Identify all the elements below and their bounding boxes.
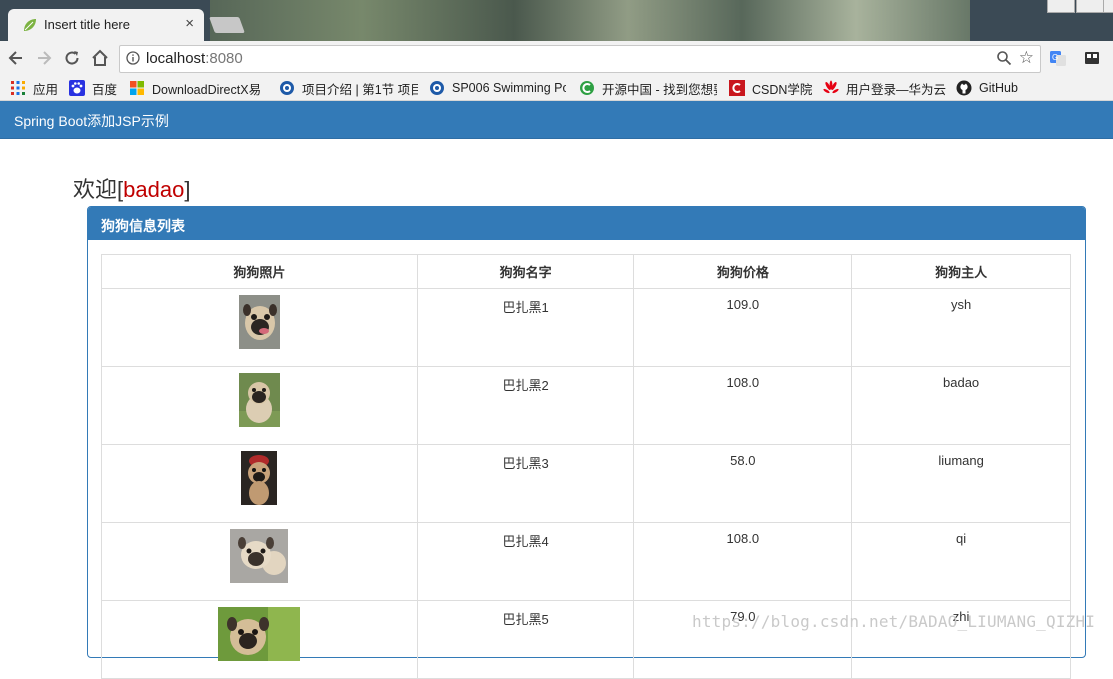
- dog-owner: qi: [851, 522, 1071, 601]
- bookmark-sp006[interactable]: SP006 Swimming Po: [429, 79, 566, 97]
- dog-owner: ysh: [851, 288, 1071, 367]
- dog-name: 巴扎黑2: [416, 366, 635, 445]
- dog-name: 巴扎黑4: [416, 522, 635, 601]
- bookmark-project-intro[interactable]: 项目介绍 | 第1节 项目: [279, 79, 418, 97]
- svg-text:G: G: [1052, 53, 1058, 62]
- dog-photo-image: [238, 295, 280, 349]
- bookmark-huawei-cloud[interactable]: 用户登录—华为云: [823, 79, 946, 97]
- dog-price: 108.0: [633, 522, 853, 601]
- bookmark-directx[interactable]: DownloadDirectX易: [129, 79, 268, 97]
- bookmark-label: 应用: [33, 82, 59, 97]
- bookmark-baidu[interactable]: 百度: [69, 79, 117, 97]
- table-row: 巴扎黑1 109.0 ysh: [101, 288, 1071, 367]
- navbar-brand[interactable]: Spring Boot添加JSP示例: [14, 111, 169, 131]
- bookmark-label: 百度: [92, 82, 118, 97]
- oschina-icon: [580, 81, 594, 95]
- panel-heading: 狗狗信息列表: [88, 207, 1085, 240]
- dog-name: 巴扎黑5: [416, 600, 635, 679]
- bookmark-github[interactable]: GitHub: [956, 79, 1018, 97]
- url-port: :8080: [205, 50, 243, 67]
- bookmark-star-icon[interactable]: ☆: [1019, 48, 1034, 68]
- browser-toolbar: localhost:8080 ☆ G: [0, 41, 1113, 75]
- bookmark-label: GitHub: [979, 81, 1018, 95]
- dog-price: 108.0: [633, 366, 853, 445]
- bookmark-label: 开源中国 - 找到您想要: [602, 82, 717, 97]
- back-arrow-icon[interactable]: [6, 48, 26, 68]
- bookmark-oschina[interactable]: 开源中国 - 找到您想要: [579, 79, 717, 97]
- spring-leaf-icon: [24, 19, 36, 31]
- table-header-row: 狗狗照片 狗狗名字 狗狗价格 狗狗主人: [101, 254, 1071, 289]
- watermark: https://blog.csdn.net/BADAO_LIUMANG_QIZH…: [692, 612, 1096, 631]
- table-row: 巴扎黑2 108.0 badao: [101, 366, 1071, 445]
- site-navbar: Spring Boot添加JSP示例: [0, 101, 1113, 139]
- dog-price: 58.0: [633, 444, 853, 523]
- dog-price: 109.0: [633, 288, 853, 367]
- apps-grid-icon: [11, 81, 25, 95]
- url-text[interactable]: localhost:8080: [146, 50, 243, 67]
- column-header-name: 狗狗名字: [416, 254, 635, 289]
- table-row: 巴扎黑3 58.0 liumang: [101, 444, 1071, 523]
- bookmark-label: SP006 Swimming Po: [452, 81, 566, 95]
- extension-icon[interactable]: [1083, 49, 1101, 67]
- translate-extension-icon[interactable]: G: [1049, 49, 1067, 67]
- zoom-search-icon[interactable]: [996, 50, 1012, 66]
- welcome-suffix: ]: [184, 177, 191, 202]
- home-icon[interactable]: [90, 48, 110, 68]
- huawei-icon: [823, 80, 839, 94]
- bookmarks-bar: 应用 百度 DownloadDirectX易 项目介绍 | 第1节 项目 SP0…: [0, 75, 1113, 101]
- reload-icon[interactable]: [62, 48, 82, 68]
- dog-owner: liumang: [851, 444, 1071, 523]
- baidu-paw-icon: [69, 80, 85, 96]
- column-header-price: 狗狗价格: [633, 254, 853, 289]
- welcome-heading: 欢迎[badao]: [73, 172, 190, 204]
- minimize-button[interactable]: [1076, 0, 1104, 13]
- tab-close-icon[interactable]: ×: [185, 15, 194, 32]
- circle-logo-icon: [280, 81, 294, 95]
- desktop-background: [210, 0, 970, 41]
- site-info-icon[interactable]: [126, 51, 140, 65]
- tab-title: Insert title here: [44, 17, 130, 32]
- forward-arrow-icon[interactable]: [34, 48, 54, 68]
- browser-tab-active[interactable]: Insert title here ×: [8, 9, 204, 41]
- maximize-button[interactable]: [1103, 0, 1113, 13]
- circle-logo-icon: [430, 81, 444, 95]
- csdn-icon: [729, 80, 745, 96]
- windows-logo-icon: [130, 81, 144, 95]
- dog-photo-cell: [101, 366, 418, 445]
- new-tab-button[interactable]: [209, 17, 245, 33]
- dog-photo-cell: [101, 522, 418, 601]
- dog-photo-image: [241, 451, 278, 505]
- dog-photo-cell: [101, 444, 418, 523]
- bookmark-apps[interactable]: 应用: [10, 79, 58, 97]
- dog-photo-cell: [101, 288, 418, 367]
- github-icon: [956, 80, 972, 96]
- bookmark-label: DownloadDirectX易: [152, 82, 262, 97]
- dog-owner: badao: [851, 366, 1071, 445]
- panel-title: 狗狗信息列表: [101, 218, 185, 234]
- bookmark-label: 用户登录—华为云: [846, 82, 947, 97]
- dog-photo-cell: [101, 600, 418, 679]
- bookmark-csdn[interactable]: CSDN学院: [729, 79, 812, 97]
- dog-photo-image: [238, 373, 280, 427]
- user-profile-button[interactable]: [1047, 0, 1075, 13]
- dog-photo-image: [218, 607, 301, 661]
- dog-name: 巴扎黑3: [416, 444, 635, 523]
- address-bar[interactable]: localhost:8080 ☆: [119, 45, 1041, 73]
- column-header-owner: 狗狗主人: [851, 254, 1071, 289]
- bookmark-label: 项目介绍 | 第1节 项目: [302, 82, 418, 97]
- browser-tabstrip: Insert title here ×: [0, 0, 1113, 41]
- dog-name: 巴扎黑1: [416, 288, 635, 367]
- column-header-photo: 狗狗照片: [101, 254, 418, 289]
- welcome-prefix: 欢迎[: [73, 177, 124, 202]
- url-host: localhost: [146, 50, 206, 67]
- table-row: 巴扎黑4 108.0 qi: [101, 522, 1071, 601]
- bookmark-label: CSDN学院: [752, 82, 813, 97]
- dog-photo-image: [230, 529, 289, 583]
- welcome-username: badao: [123, 177, 185, 202]
